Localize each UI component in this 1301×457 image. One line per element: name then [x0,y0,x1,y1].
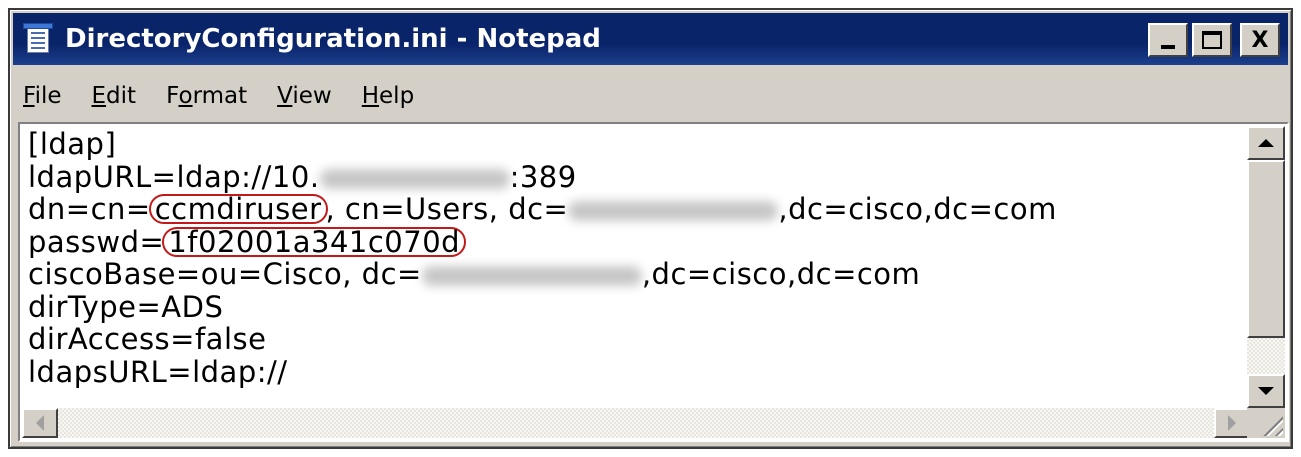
close-button[interactable]: X [1240,23,1280,57]
arrow-right-icon [1228,415,1236,431]
text-line: dirAccess=false [28,323,1250,356]
notepad-window: DirectoryConfiguration.ini - Notepad X F… [8,8,1293,449]
redacted-domain [421,266,642,286]
menu-bar: File Edit Format View Help [13,76,1288,116]
menu-edit-accel: E [91,83,107,109]
menu-view-accel: V [277,83,293,109]
resize-grip-icon[interactable] [1247,408,1285,438]
text-line: ldapURL=ldap://10. :389 [28,159,1250,194]
menu-view[interactable]: View [277,83,332,109]
text-line: passwd= 1f02001a341c070d [28,224,1250,259]
text-line: ciscoBase=ou=Cisco, dc= ,dc=cisco,dc=com [28,258,1250,291]
menu-edit-rest: dit [106,83,137,109]
menu-format-rest: rmat [192,83,248,109]
notepad-icon[interactable] [23,23,53,55]
highlighted-username: ccmdiruser [148,194,328,224]
minimize-button[interactable] [1148,23,1188,57]
redacted-ip [319,168,510,189]
vertical-scroll-thumb[interactable] [1247,160,1285,338]
arrow-left-icon [36,415,44,431]
scroll-down-button[interactable] [1247,374,1285,408]
menu-help-rest: elp [379,83,415,109]
maximize-icon [1202,31,1222,49]
vertical-scrollbar[interactable] [1247,126,1285,408]
line-ldapurl-prefix: ldapURL=ldap://10. [28,159,320,194]
maximize-button[interactable] [1192,23,1232,57]
scroll-right-button[interactable] [1214,408,1250,438]
line-passwd-prefix: passwd= [28,224,165,259]
arrow-up-icon [1258,139,1274,147]
line-ldapurl-port: :389 [509,159,577,194]
editor-frame: [ldap] ldapURL=ldap://10. :389 dn=cn= ccmd… [18,122,1289,442]
line-dn-prefix: dn=cn= [28,192,151,226]
line-ciscobase-suffix: ,dc=cisco,dc=com [641,257,921,291]
menu-format-pre: F [166,83,179,109]
menu-file[interactable]: File [23,83,62,109]
menu-help[interactable]: Help [362,83,414,109]
text-line: dirType=ADS [28,289,1250,324]
text-editor[interactable]: [ldap] ldapURL=ldap://10. :389 dn=cn= ccmd… [22,126,1250,408]
menu-format[interactable]: Format [166,83,247,109]
minimize-icon [1161,45,1175,49]
menu-file-accel: F [23,83,35,109]
text-line: dn=cn= ccmdiruser, cn=Users, dc= ,dc=cisco… [28,193,1250,226]
menu-format-accel: o [178,83,193,109]
text-line: [ldap] [28,128,1250,161]
scroll-up-button[interactable] [1247,126,1285,160]
line-ldap-section: [ldap] [28,127,117,161]
menu-edit[interactable]: Edit [92,83,137,109]
menu-help-accel: H [361,83,380,109]
text-line: ldapsURL=ldap:// [28,354,1250,389]
close-icon: X [1251,27,1269,53]
menu-file-rest: ile [34,83,62,109]
line-dn-suffix: ,dc=cisco,dc=com [778,192,1057,226]
line-dn-middle: , cn=Users, dc= [325,192,569,226]
arrow-down-icon [1258,387,1274,395]
redacted-domain [568,201,779,221]
line-ldapsurl: ldapsURL=ldap:// [28,354,288,389]
menu-view-rest: iew [292,83,332,109]
title-bar[interactable]: DirectoryConfiguration.ini - Notepad X [13,13,1288,65]
scroll-left-button[interactable] [22,408,58,438]
window-controls: X [1148,23,1280,57]
highlighted-password: 1f02001a341c070d [162,226,467,257]
line-diraccess: dirAccess=false [28,322,267,356]
window-title: DirectoryConfiguration.ini - Notepad [65,24,601,54]
line-dirtype: dirType=ADS [28,289,224,324]
line-ciscobase-prefix: ciscoBase=ou=Cisco, dc= [28,257,422,291]
horizontal-scrollbar[interactable] [22,408,1250,438]
